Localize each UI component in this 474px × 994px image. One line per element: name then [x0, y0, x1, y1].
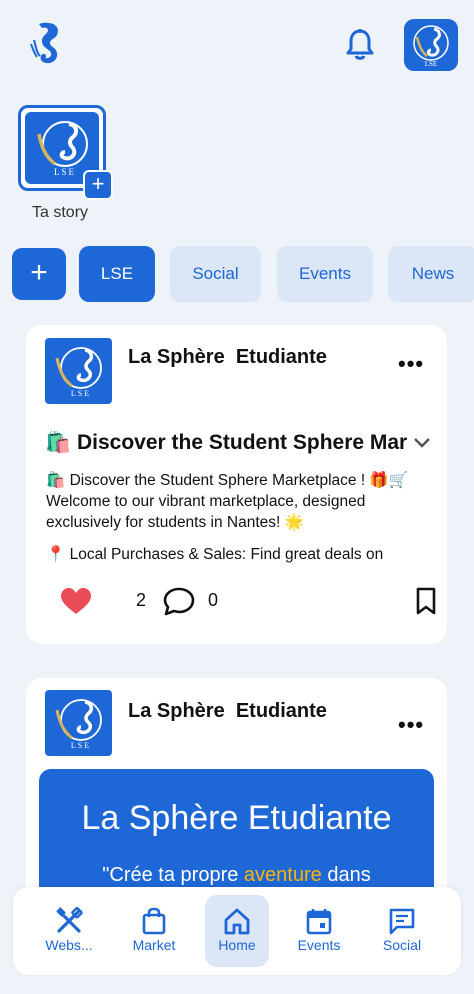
seahorse-emblem-icon: LSE — [413, 25, 449, 68]
calendar-icon — [306, 909, 332, 935]
bookmark-icon[interactable] — [415, 587, 437, 615]
top-bar: LSE — [0, 0, 474, 90]
bell-icon[interactable] — [344, 28, 376, 62]
more-options-icon[interactable]: ••• — [398, 353, 424, 375]
post-author[interactable]: La Sphère Etudiante — [128, 346, 327, 369]
author-avatar[interactable]: LSE — [45, 338, 112, 404]
seahorse-emblem-icon: LSE — [55, 347, 102, 398]
bottom-navigation: Webs... Market Home Events Social — [13, 887, 461, 975]
banner-subtitle: "Crée ta propre aventure dans — [102, 864, 371, 886]
chip-social[interactable]: Social — [170, 246, 261, 302]
post-card: LSE La Sphère Etudiante ••• 🛍️ Discover … — [26, 325, 447, 644]
svg-text:LSE: LSE — [71, 741, 91, 750]
nav-market[interactable]: Market — [118, 895, 190, 967]
post-body-line: Welcome to our vibrant marketplace, desi… — [46, 493, 366, 510]
svg-text:LSE: LSE — [54, 167, 76, 177]
heart-icon[interactable] — [60, 587, 92, 615]
chevron-down-icon[interactable] — [412, 435, 432, 451]
story-thumbnail[interactable]: LSE + — [18, 105, 113, 200]
add-category-button[interactable]: + — [12, 248, 66, 300]
post-actions: 2 0 — [60, 586, 436, 616]
story-section: LSE + Ta story — [18, 105, 114, 221]
post-body-line: 🛍️ Discover the Student Sphere Marketpla… — [46, 472, 409, 489]
author-avatar[interactable]: LSE — [45, 690, 112, 756]
chip-lse[interactable]: LSE — [79, 246, 155, 302]
home-icon — [224, 908, 250, 935]
tools-icon — [56, 907, 83, 933]
post-body-line: exclusively for students in Nantes! 🌟 — [46, 514, 304, 531]
add-story-button[interactable]: + — [83, 170, 113, 200]
like-count: 2 — [136, 590, 147, 610]
post-body: 🛍️ Discover the Student Sphere Marketpla… — [46, 470, 426, 581]
nav-home[interactable]: Home — [205, 895, 269, 967]
seahorse-emblem-icon: LSE — [55, 699, 102, 750]
post-body-line: 📍 Local Purchases & Sales: Find great de… — [46, 546, 384, 563]
nav-events[interactable]: Events — [283, 895, 355, 967]
more-options-icon[interactable]: ••• — [398, 714, 424, 736]
post-card: LSE La Sphère Etudiante ••• La Sphère Et… — [26, 678, 447, 918]
profile-avatar[interactable]: LSE — [404, 19, 458, 71]
post-author[interactable]: La Sphère Etudiante — [128, 700, 327, 723]
comment-count: 0 — [208, 590, 219, 610]
story-label: Ta story — [32, 204, 89, 221]
seahorse-logo-icon[interactable] — [26, 20, 66, 66]
chat-icon — [389, 908, 415, 935]
banner-title: La Sphère Etudiante — [81, 799, 392, 837]
post-title: 🛍️ Discover the Student Sphere Marketpla… — [45, 431, 407, 454]
chip-events[interactable]: Events — [277, 246, 373, 302]
comment-icon[interactable] — [163, 586, 195, 616]
svg-text:LSE: LSE — [425, 60, 437, 68]
shopping-bag-icon — [142, 907, 166, 935]
category-chips: + LSE Social Events News — [0, 246, 474, 302]
nav-social[interactable]: Social — [366, 895, 438, 967]
chip-news[interactable]: News — [388, 246, 474, 302]
svg-text:LSE: LSE — [71, 389, 91, 398]
nav-websites[interactable]: Webs... — [33, 895, 105, 967]
